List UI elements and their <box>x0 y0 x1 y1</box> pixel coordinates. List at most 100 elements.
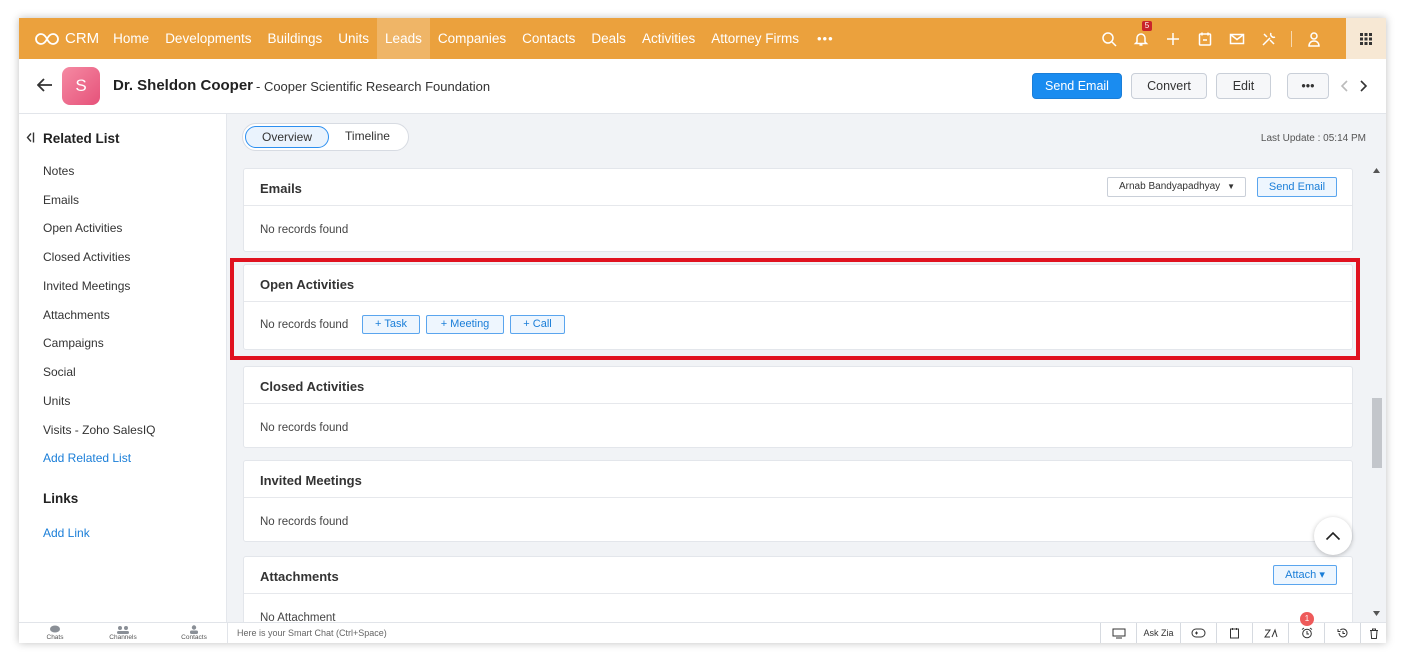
emails-section-title: Emails <box>260 181 302 196</box>
gamepad-icon[interactable] <box>1180 623 1216 643</box>
convert-button[interactable]: Convert <box>1131 73 1207 99</box>
last-update-text: Last Update : 05:14 PM <box>1260 133 1366 144</box>
nav-more-button[interactable]: ••• <box>807 18 844 59</box>
nav-item-contacts[interactable]: Contacts <box>514 18 583 59</box>
logo-text: CRM <box>65 30 100 47</box>
emails-divider <box>244 205 1352 206</box>
sidebar-item-units[interactable]: Units <box>43 394 70 408</box>
add-link-link[interactable]: Add Link <box>43 526 90 540</box>
bottom-right-tools: Ask Zia 1 <box>1100 612 1386 643</box>
bottom-chat-bar: Chats Channels Contacts Here is your Sma… <box>19 612 1386 643</box>
attachments-section: Attachments Attach ▾ No Attachment <box>243 556 1353 622</box>
add-meeting-button[interactable]: + Meeting <box>426 315 504 334</box>
sidebar-item-campaigns[interactable]: Campaigns <box>43 336 104 350</box>
user-profile-icon[interactable] <box>1298 18 1330 59</box>
next-record-icon[interactable] <box>1358 79 1368 95</box>
contacts-tile[interactable]: Contacts <box>158 624 230 641</box>
sidebar-item-attachments[interactable]: Attachments <box>43 308 110 322</box>
add-call-button[interactable]: + Call <box>510 315 565 334</box>
email-owner-value: Arnab Bandyapadhyay <box>1119 181 1221 192</box>
sidebar-item-visits-salesiq[interactable]: Visits - Zoho SalesIQ <box>43 423 156 437</box>
attachments-empty-text: No Attachment <box>260 612 336 622</box>
sidebar-item-closed-activities[interactable]: Closed Activities <box>43 250 130 264</box>
scroll-thumb[interactable] <box>1372 398 1382 468</box>
smart-chat-input[interactable]: Here is your Smart Chat (Ctrl+Space) <box>227 623 387 643</box>
alarm-badge: 1 <box>1300 612 1314 626</box>
main-scrollbar[interactable] <box>1368 166 1385 622</box>
previous-record-icon[interactable] <box>1340 79 1350 95</box>
scroll-up-arrow-icon[interactable] <box>1373 168 1380 173</box>
alarm-clock-icon[interactable]: 1 <box>1288 612 1324 643</box>
open-activities-empty-text: No records found <box>260 319 349 331</box>
sidebar-item-notes[interactable]: Notes <box>43 164 74 178</box>
emails-empty-text: No records found <box>260 224 349 236</box>
sidebar-item-invited-meetings[interactable]: Invited Meetings <box>43 279 130 293</box>
nav-item-companies[interactable]: Companies <box>430 18 514 59</box>
record-header: S Dr. Sheldon Cooper - Cooper Scientific… <box>19 59 1386 114</box>
notes-pad-icon[interactable] <box>1216 623 1252 643</box>
view-tabs: Overview Timeline <box>242 123 409 151</box>
ask-zia-button[interactable]: Ask Zia <box>1136 623 1180 643</box>
closed-activities-divider <box>244 403 1352 404</box>
edit-button[interactable]: Edit <box>1216 73 1271 99</box>
chats-label: Chats <box>46 634 64 641</box>
attach-button[interactable]: Attach ▾ <box>1273 565 1337 585</box>
nav-item-developments[interactable]: Developments <box>157 18 259 59</box>
links-title: Links <box>43 491 79 506</box>
collapse-sidebar-icon[interactable] <box>26 132 35 146</box>
plus-icon[interactable] <box>1157 18 1189 59</box>
notification-badge: 5 <box>1142 21 1152 31</box>
channels-tile[interactable]: Channels <box>87 624 159 641</box>
screen-share-icon[interactable] <box>1100 623 1136 643</box>
zoho-infinity-icon <box>35 32 59 45</box>
lead-company: - Cooper Scientific Research Foundation <box>256 79 491 94</box>
nav-item-attorney-firms[interactable]: Attorney Firms <box>703 18 807 59</box>
add-related-list-link[interactable]: Add Related List <box>43 451 131 465</box>
more-actions-button[interactable]: ••• <box>1287 73 1329 99</box>
chat-bubble-icon <box>50 625 60 633</box>
channels-label: Channels <box>109 634 137 641</box>
scroll-to-top-button[interactable] <box>1314 517 1352 555</box>
emails-send-email-button[interactable]: Send Email <box>1257 177 1337 197</box>
mail-icon[interactable] <box>1221 18 1253 59</box>
notification-bell-icon[interactable]: 5 <box>1125 18 1157 59</box>
scroll-down-arrow-icon[interactable] <box>1373 611 1380 616</box>
attachments-section-title: Attachments <box>260 569 339 584</box>
zia-icon[interactable] <box>1252 623 1288 643</box>
calendar-icon[interactable] <box>1189 18 1221 59</box>
nav-item-buildings[interactable]: Buildings <box>259 18 330 59</box>
closed-activities-section: Closed Activities No records found <box>243 366 1353 448</box>
channels-group-icon <box>117 626 129 634</box>
trash-icon[interactable] <box>1360 623 1386 643</box>
nav-item-activities[interactable]: Activities <box>634 18 703 59</box>
chevron-up-icon <box>1325 531 1341 541</box>
app-grid-icon[interactable] <box>1346 18 1386 59</box>
add-task-button[interactable]: + Task <box>362 315 420 334</box>
tab-timeline[interactable]: Timeline <box>329 126 406 148</box>
top-navigation-bar: CRM Home Developments Buildings Units Le… <box>19 18 1386 59</box>
nav-item-home[interactable]: Home <box>105 18 157 59</box>
sidebar-item-social[interactable]: Social <box>43 365 76 379</box>
chats-tile[interactable]: Chats <box>19 624 91 641</box>
setup-tools-icon[interactable] <box>1253 18 1285 59</box>
nav-item-leads[interactable]: Leads <box>377 18 430 59</box>
sidebar-item-emails[interactable]: Emails <box>43 193 79 207</box>
send-email-button[interactable]: Send Email <box>1032 73 1122 99</box>
email-owner-select[interactable]: Arnab Bandyapadhyay ▼ <box>1107 177 1246 197</box>
open-activities-section: Open Activities No records found + Task … <box>243 264 1353 350</box>
nav-item-deals[interactable]: Deals <box>583 18 634 59</box>
tab-overview[interactable]: Overview <box>245 126 330 148</box>
search-icon[interactable] <box>1093 18 1125 59</box>
emails-section: Emails Arnab Bandyapadhyay ▼ Send Email … <box>243 168 1353 252</box>
closed-activities-empty-text: No records found <box>260 422 349 434</box>
history-icon[interactable] <box>1324 623 1360 643</box>
back-arrow-icon[interactable] <box>36 78 53 97</box>
nav-divider <box>1291 30 1292 47</box>
attachments-divider <box>244 593 1352 594</box>
sidebar-item-open-activities[interactable]: Open Activities <box>43 221 122 235</box>
open-activities-divider <box>244 301 1352 302</box>
invited-meetings-section-title: Invited Meetings <box>260 473 362 488</box>
nav-item-units[interactable]: Units <box>330 18 377 59</box>
record-detail-main: Overview Timeline Last Update : 05:14 PM… <box>227 114 1386 622</box>
crm-logo[interactable]: CRM <box>34 30 99 47</box>
